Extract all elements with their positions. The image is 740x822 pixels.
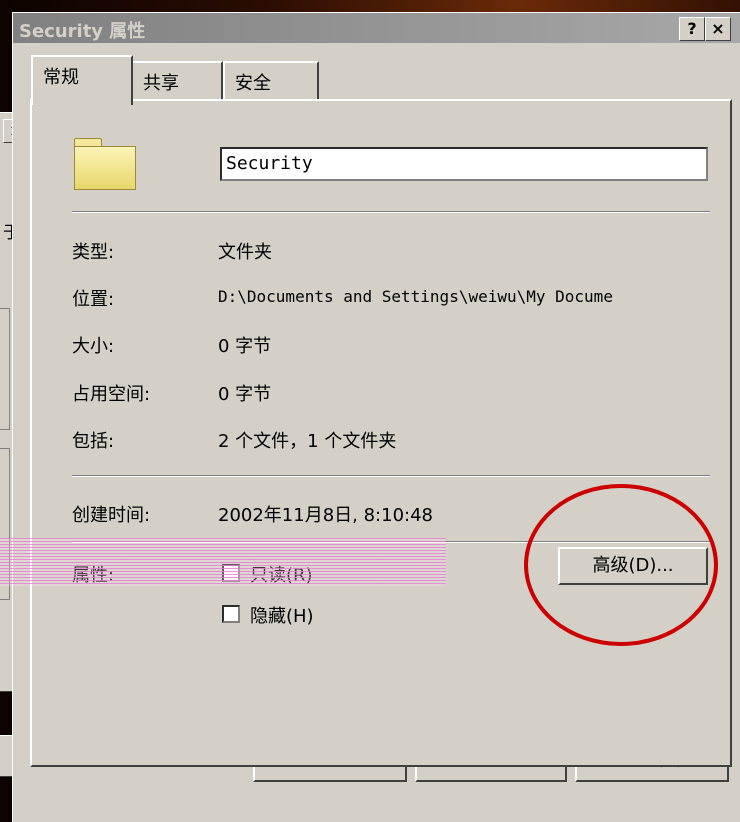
size-on-disk-value: 0 字节 [218,384,272,405]
size-value: 0 字节 [218,336,272,357]
type-value: 文件夹 [218,242,272,263]
window-title: Security 属性 [19,21,146,42]
separator [72,541,710,543]
readonly-checkbox[interactable] [222,564,240,582]
contains-label: 包括: [72,431,115,452]
hidden-label[interactable]: 隐藏(H) [250,602,314,628]
location-value: D:\Documents and Settings\weiwu\My Docum… [218,287,613,306]
properties-dialog: Security 属性 ? × 常规 共享 安全 Security 类型: 文件… [12,12,740,822]
tab-security-label: 安全 [235,73,271,94]
size-label: 大小: [72,336,115,357]
help-button[interactable]: ? [679,17,705,41]
tab-general-label: 常规 [43,67,79,88]
separator [72,475,710,477]
title-bar[interactable]: Security 属性 ? × [13,13,740,43]
separator [72,211,710,213]
size-on-disk-label: 占用空间: [72,384,151,405]
hidden-checkbox[interactable] [222,605,240,623]
close-button[interactable]: × [705,17,731,41]
background-groupbox-1 [0,308,10,430]
folder-name-input[interactable]: Security [220,147,708,181]
tab-security[interactable]: 安全 [223,61,319,99]
contains-value: 2 个文件，1 个文件夹 [218,431,397,452]
readonly-label[interactable]: 只读(R) [250,561,313,587]
background-groupbox-2 [0,448,10,600]
type-label: 类型: [72,242,115,263]
advanced-button[interactable]: 高级(D)... [558,547,708,585]
attributes-label: 属性: [72,565,115,586]
tab-sharing-label: 共享 [143,73,179,94]
folder-icon [74,138,136,190]
created-label: 创建时间: [72,505,151,526]
created-value: 2002年11月8日, 8:10:48 [218,505,433,526]
tab-general[interactable]: 常规 [31,55,133,105]
location-label: 位置: [72,289,115,310]
general-tab-panel: Security 类型: 文件夹 位置: D:\Documents and Se… [30,99,732,767]
tab-sharing[interactable]: 共享 [131,61,223,99]
